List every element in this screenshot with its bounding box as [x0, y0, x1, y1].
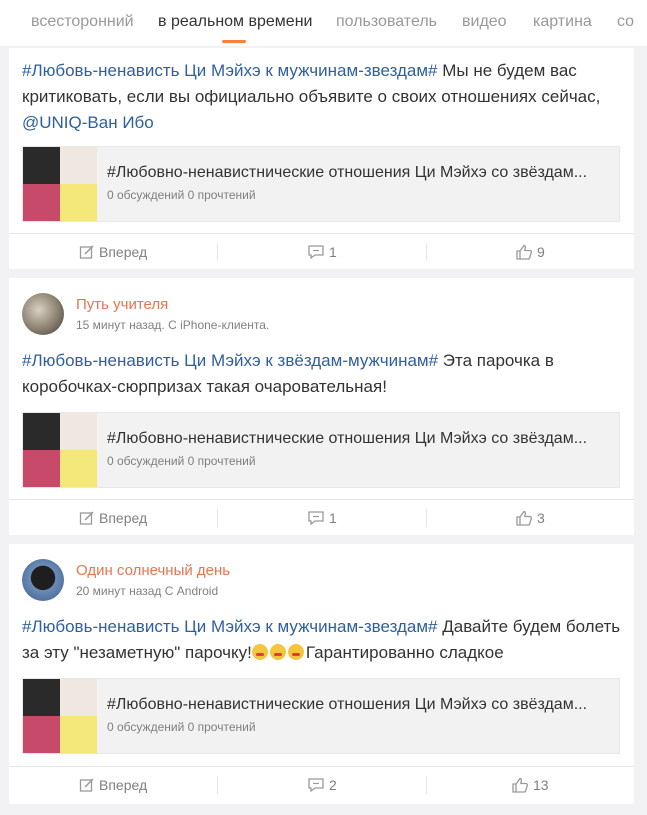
active-tab-indicator	[222, 40, 246, 43]
comment-button[interactable]: 1	[307, 500, 337, 536]
forward-label: Вперед	[99, 777, 148, 793]
comment-button[interactable]: 1	[307, 234, 337, 270]
topic-stats: 0 обсуждений 0 прочтений	[107, 188, 256, 202]
thumbs-up-icon	[516, 510, 533, 526]
shared-topic-card[interactable]: #Любовно-ненавистнические отношения Ци М…	[22, 678, 620, 754]
post-header: Один солнечный день 20 минут назад С And…	[9, 544, 634, 606]
post-actions: Вперед 1 3	[9, 499, 634, 535]
share-edit-icon	[79, 245, 94, 259]
shared-topic-card[interactable]: #Любовно-ненавистнические отношения Ци М…	[22, 146, 620, 222]
comment-icon	[308, 778, 324, 793]
hashtag-link[interactable]: #Любовь-ненависть Ци Мэйхэ к мужчинам-зв…	[22, 617, 438, 636]
comment-icon	[308, 511, 324, 526]
tab-bar: всесторонний в реальном времени пользова…	[0, 0, 647, 46]
thumbs-up-icon	[516, 244, 533, 260]
face-emoji-icon	[287, 644, 304, 660]
post-card: Один солнечный день 20 минут назад С And…	[9, 544, 634, 804]
post-body-end: Гарантированно сладкое	[305, 643, 504, 662]
tab-realtime[interactable]: в реальном времени	[158, 13, 312, 31]
hashtag-link[interactable]: #Любовь-ненависть Ци Мэйхэ к звёздам-муж…	[22, 351, 438, 370]
comment-count: 1	[329, 244, 337, 260]
topic-stats: 0 обсуждений 0 прочтений	[107, 720, 256, 734]
post-card: Путь учителя 15 минут назад. С iPhone-кл…	[9, 278, 634, 535]
like-button[interactable]: 3	[515, 500, 545, 536]
post-card: #Любовь-ненависть Ци Мэйхэ к мужчинам-зв…	[9, 48, 634, 269]
post-actions: Вперед 1 9	[9, 233, 634, 269]
thumbs-up-icon	[512, 777, 529, 793]
hashtag-link[interactable]: #Любовь-ненависть Ци Мэйхэ к мужчинам-зв…	[22, 61, 438, 80]
post-actions: Вперед 2 13	[9, 766, 634, 802]
share-edit-icon	[79, 511, 94, 525]
post-text: #Любовь-ненависть Ци Мэйхэ к звёздам-муж…	[22, 348, 621, 400]
username[interactable]: Один солнечный день	[76, 562, 230, 579]
face-emoji-icon	[251, 644, 268, 660]
avatar[interactable]	[22, 559, 64, 601]
post-meta: 15 минут назад. С iPhone-клиента.	[76, 318, 270, 332]
mention-link[interactable]: @UNIQ-Ван Ибо	[22, 113, 154, 132]
forward-button[interactable]: Вперед	[79, 767, 147, 803]
face-emoji-icon	[269, 644, 286, 660]
forward-label: Вперед	[99, 244, 148, 260]
comment-button[interactable]: 2	[307, 767, 337, 803]
forward-label: Вперед	[99, 510, 148, 526]
topic-title: #Любовно-ненавистнические отношения Ци М…	[107, 696, 588, 713]
forward-button[interactable]: Вперед	[79, 234, 147, 270]
like-button[interactable]: 13	[511, 767, 549, 803]
like-button[interactable]: 9	[515, 234, 545, 270]
post-text: #Любовь-ненависть Ци Мэйхэ к мужчинам-зв…	[22, 614, 621, 666]
like-count: 3	[537, 510, 545, 526]
topic-thumbnail	[23, 147, 97, 221]
like-count: 9	[537, 244, 545, 260]
like-count: 13	[533, 777, 549, 793]
shared-topic-card[interactable]: #Любовно-ненавистнические отношения Ци М…	[22, 412, 620, 488]
topic-thumbnail	[23, 413, 97, 487]
topic-title: #Любовно-ненавистнические отношения Ци М…	[107, 164, 588, 181]
tab-user[interactable]: пользователь	[336, 13, 437, 31]
tab-comprehensive[interactable]: всесторонний	[31, 13, 134, 31]
post-meta: 20 минут назад С Android	[76, 584, 219, 598]
topic-thumbnail	[23, 679, 97, 753]
avatar[interactable]	[22, 293, 64, 335]
post-header: Путь учителя 15 минут назад. С iPhone-кл…	[9, 278, 634, 340]
tab-video[interactable]: видео	[462, 13, 507, 31]
post-text: #Любовь-ненависть Ци Мэйхэ к мужчинам-зв…	[22, 58, 621, 136]
topic-title: #Любовно-ненавистнические отношения Ци М…	[107, 430, 588, 447]
username[interactable]: Путь учителя	[76, 296, 168, 313]
comment-count: 2	[329, 777, 337, 793]
forward-button[interactable]: Вперед	[79, 500, 147, 536]
comment-icon	[308, 245, 324, 260]
tab-picture[interactable]: картина	[533, 13, 592, 31]
share-edit-icon	[79, 778, 94, 792]
comment-count: 1	[329, 510, 337, 526]
tab-more[interactable]: со	[617, 13, 634, 31]
topic-stats: 0 обсуждений 0 прочтений	[107, 454, 256, 468]
